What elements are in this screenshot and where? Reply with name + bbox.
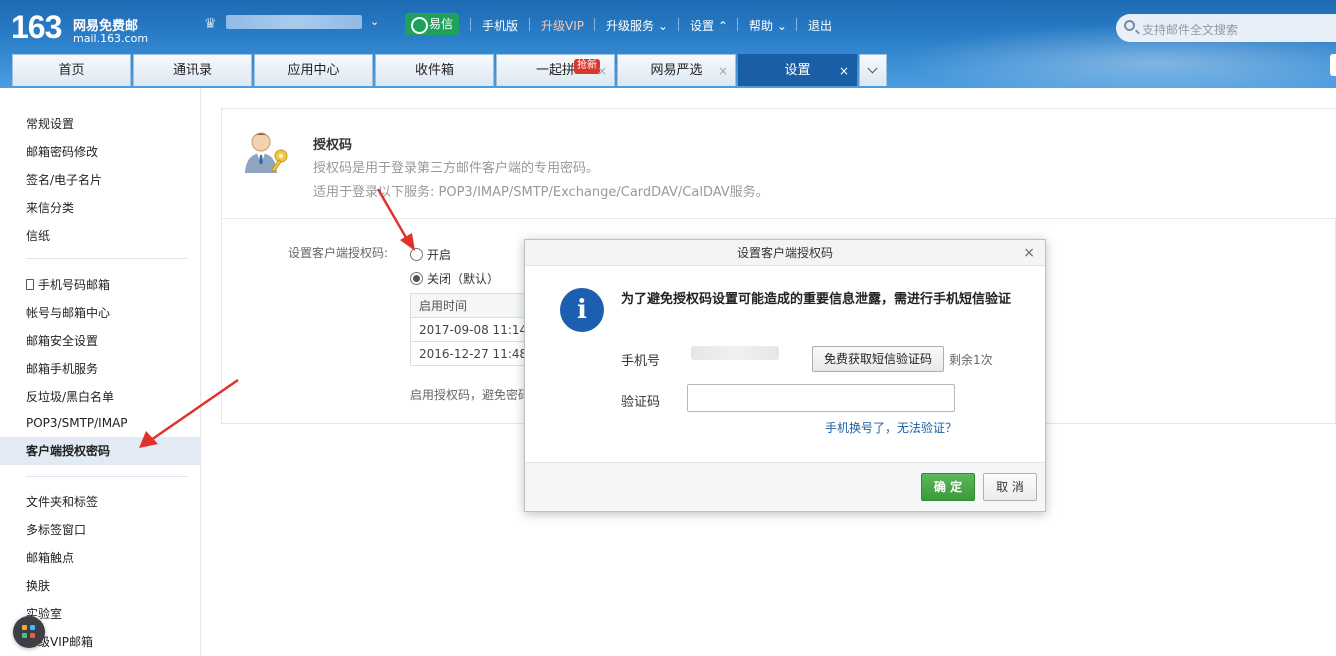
divider [26,258,188,259]
auth-header: 授权码 授权码是用于登录第三方邮件客户端的专用密码。 适用于登录以下服务: PO… [222,109,1336,219]
sidebar-item-pop3[interactable]: POP3/SMTP/IMAP [26,416,128,430]
tab-label: 通讯录 [172,63,212,78]
divider [737,18,738,31]
radio-off[interactable] [410,272,423,285]
radio-on-label[interactable]: 开启 [427,246,451,263]
auth-description: 授权码是用于登录第三方邮件客户端的专用密码。 [313,161,600,176]
help-label: 帮助 [749,19,774,33]
phone-number-blurred [691,346,779,360]
phone-changed-link[interactable]: 手机换号了，无法验证？ [825,419,957,436]
upgrade-service-menu[interactable]: 升级服务 ⌄ [606,17,668,34]
tab-overflow-chevron-icon[interactable] [859,54,887,86]
divider [529,18,530,31]
account-name-blurred[interactable] [226,15,362,29]
settings-menu[interactable]: 设置 ⌃ [690,17,728,34]
user-key-icon [245,132,288,173]
divider [26,476,188,477]
search-icon [1124,20,1135,31]
tab-label: 收件箱 [414,63,454,78]
tab-contacts[interactable]: 通讯录 [133,54,252,86]
logout-link[interactable]: 退出 [808,17,832,34]
upgrade-service-label: 升级服务 [606,19,655,33]
cancel-button[interactable]: 取 消 [983,473,1037,501]
radio-off-label[interactable]: 关闭（默认） [427,270,499,287]
sidebar-item-skin[interactable]: 换肤 [26,577,50,594]
table-row: 2017-09-08 11:14: [411,318,529,342]
table-header: 启用时间 [411,294,529,318]
sidebar-item-client-auth[interactable]: 客户端授权密码 [0,437,200,465]
info-icon: i [560,288,604,332]
dialog-footer: 确 定 取 消 [525,462,1045,511]
tab-label: 应用中心 [287,63,340,78]
sms-verify-dialog: 设置客户端授权码 × i 为了避免授权码设置可能造成的重要信息泄露，需进行手机短… [524,239,1046,512]
close-icon[interactable]: × [597,55,607,87]
sidebar-item-antispam[interactable]: 反垃圾/黑白名单 [26,388,114,405]
settings-label: 设置 [690,19,715,33]
tab-settings[interactable]: 设置 × [738,54,857,86]
sidebar-item-password[interactable]: 邮箱密码修改 [26,143,98,160]
top-bar: 163 网易免费邮 mail.163.com ♛ ⌄ 易信 手机版 升级VIP … [0,0,1336,88]
code-label: 验证码 [621,395,661,410]
dialog-message: 为了避免授权码设置可能造成的重要信息泄露，需进行手机短信验证 [621,292,1012,307]
tab-inbox[interactable]: 收件箱 [375,54,494,86]
sidebar-item-stationery[interactable]: 信纸 [26,227,50,244]
upgrade-vip-link[interactable]: 升级VIP [541,17,584,34]
sidebar-item-mobile-mail[interactable]: 手机号码邮箱 [26,276,110,293]
help-menu[interactable]: 帮助 ⌄ [749,17,787,34]
sidebar-item-folders[interactable]: 文件夹和标签 [26,493,98,510]
crown-icon: ♛ [204,16,217,32]
settings-sidebar: 常规设置 邮箱密码修改 签名/电子名片 来信分类 信纸 手机号码邮箱 帐号与邮箱… [0,88,201,656]
yixin-button[interactable]: 易信 [405,13,459,35]
sidebar-item-filter[interactable]: 来信分类 [26,199,74,216]
sidebar-item-label: 手机号码邮箱 [38,278,111,292]
close-icon[interactable]: × [718,55,728,87]
dialog-header: 设置客户端授权码 × [525,240,1045,266]
phone-icon [26,279,34,290]
tab-label: 首页 [58,63,85,78]
dialog-title: 设置客户端授权码 [736,246,833,260]
divider [678,18,679,31]
sidebar-item-general[interactable]: 常规设置 [26,115,74,132]
radio-on[interactable] [410,248,423,261]
auth-history-table: 启用时间 2017-09-08 11:14: 2016-12-27 11:48: [410,293,530,366]
tab-label: 一起拼 [535,63,575,78]
yixin-label: 易信 [429,17,454,31]
close-icon[interactable]: × [839,55,849,87]
auth-title: 授权码 [313,138,353,153]
divider [470,18,471,31]
get-sms-code-button[interactable]: 免费获取短信验证码 [812,346,944,372]
tab-group-buy[interactable]: 一起拼 抢新 × [496,54,615,86]
auth-services: 适用于登录以下服务: POP3/IMAP/SMTP/Exchange/CardD… [313,185,769,200]
sidebar-item-account-center[interactable]: 帐号与邮箱中心 [26,304,110,321]
divider [594,18,595,31]
phone-label: 手机号 [621,354,661,369]
tab-home[interactable]: 首页 [12,54,131,86]
confirm-button[interactable]: 确 定 [921,473,975,501]
auth-hint: 启用授权码，避免密码 [410,388,531,402]
sidebar-item-touchpoint[interactable]: 邮箱触点 [26,549,74,566]
chevron-down-icon[interactable]: ⌄ [370,15,379,28]
corner-panel [1330,54,1336,76]
divider [796,18,797,31]
sidebar-item-signature[interactable]: 签名/电子名片 [26,171,102,188]
sidebar-item-multitab[interactable]: 多标签窗口 [26,521,86,538]
sidebar-item-security[interactable]: 邮箱安全设置 [26,332,98,349]
sidebar-item-mobile-service[interactable]: 邮箱手机服务 [26,360,98,377]
tab-yanxuan[interactable]: 网易严选 × [617,54,736,86]
search-box[interactable]: 支持邮件全文搜索 [1116,14,1336,42]
logo-number[interactable]: 163 [11,9,62,46]
app-grid-icon[interactable] [13,616,45,648]
logo-domain: mail.163.com [73,32,149,45]
tab-label: 网易严选 [650,63,703,78]
mobile-link[interactable]: 手机版 [482,17,518,34]
tab-app-center[interactable]: 应用中心 [254,54,373,86]
search-placeholder: 支持邮件全文搜索 [1142,23,1239,37]
close-icon[interactable]: × [1023,240,1035,266]
tab-label: 设置 [784,63,811,78]
verification-code-input[interactable] [687,384,955,412]
table-row: 2016-12-27 11:48: [411,342,529,366]
remaining-count: 剩余1次 [949,353,993,367]
auth-setting-label: 设置客户端授权码: [288,246,389,260]
